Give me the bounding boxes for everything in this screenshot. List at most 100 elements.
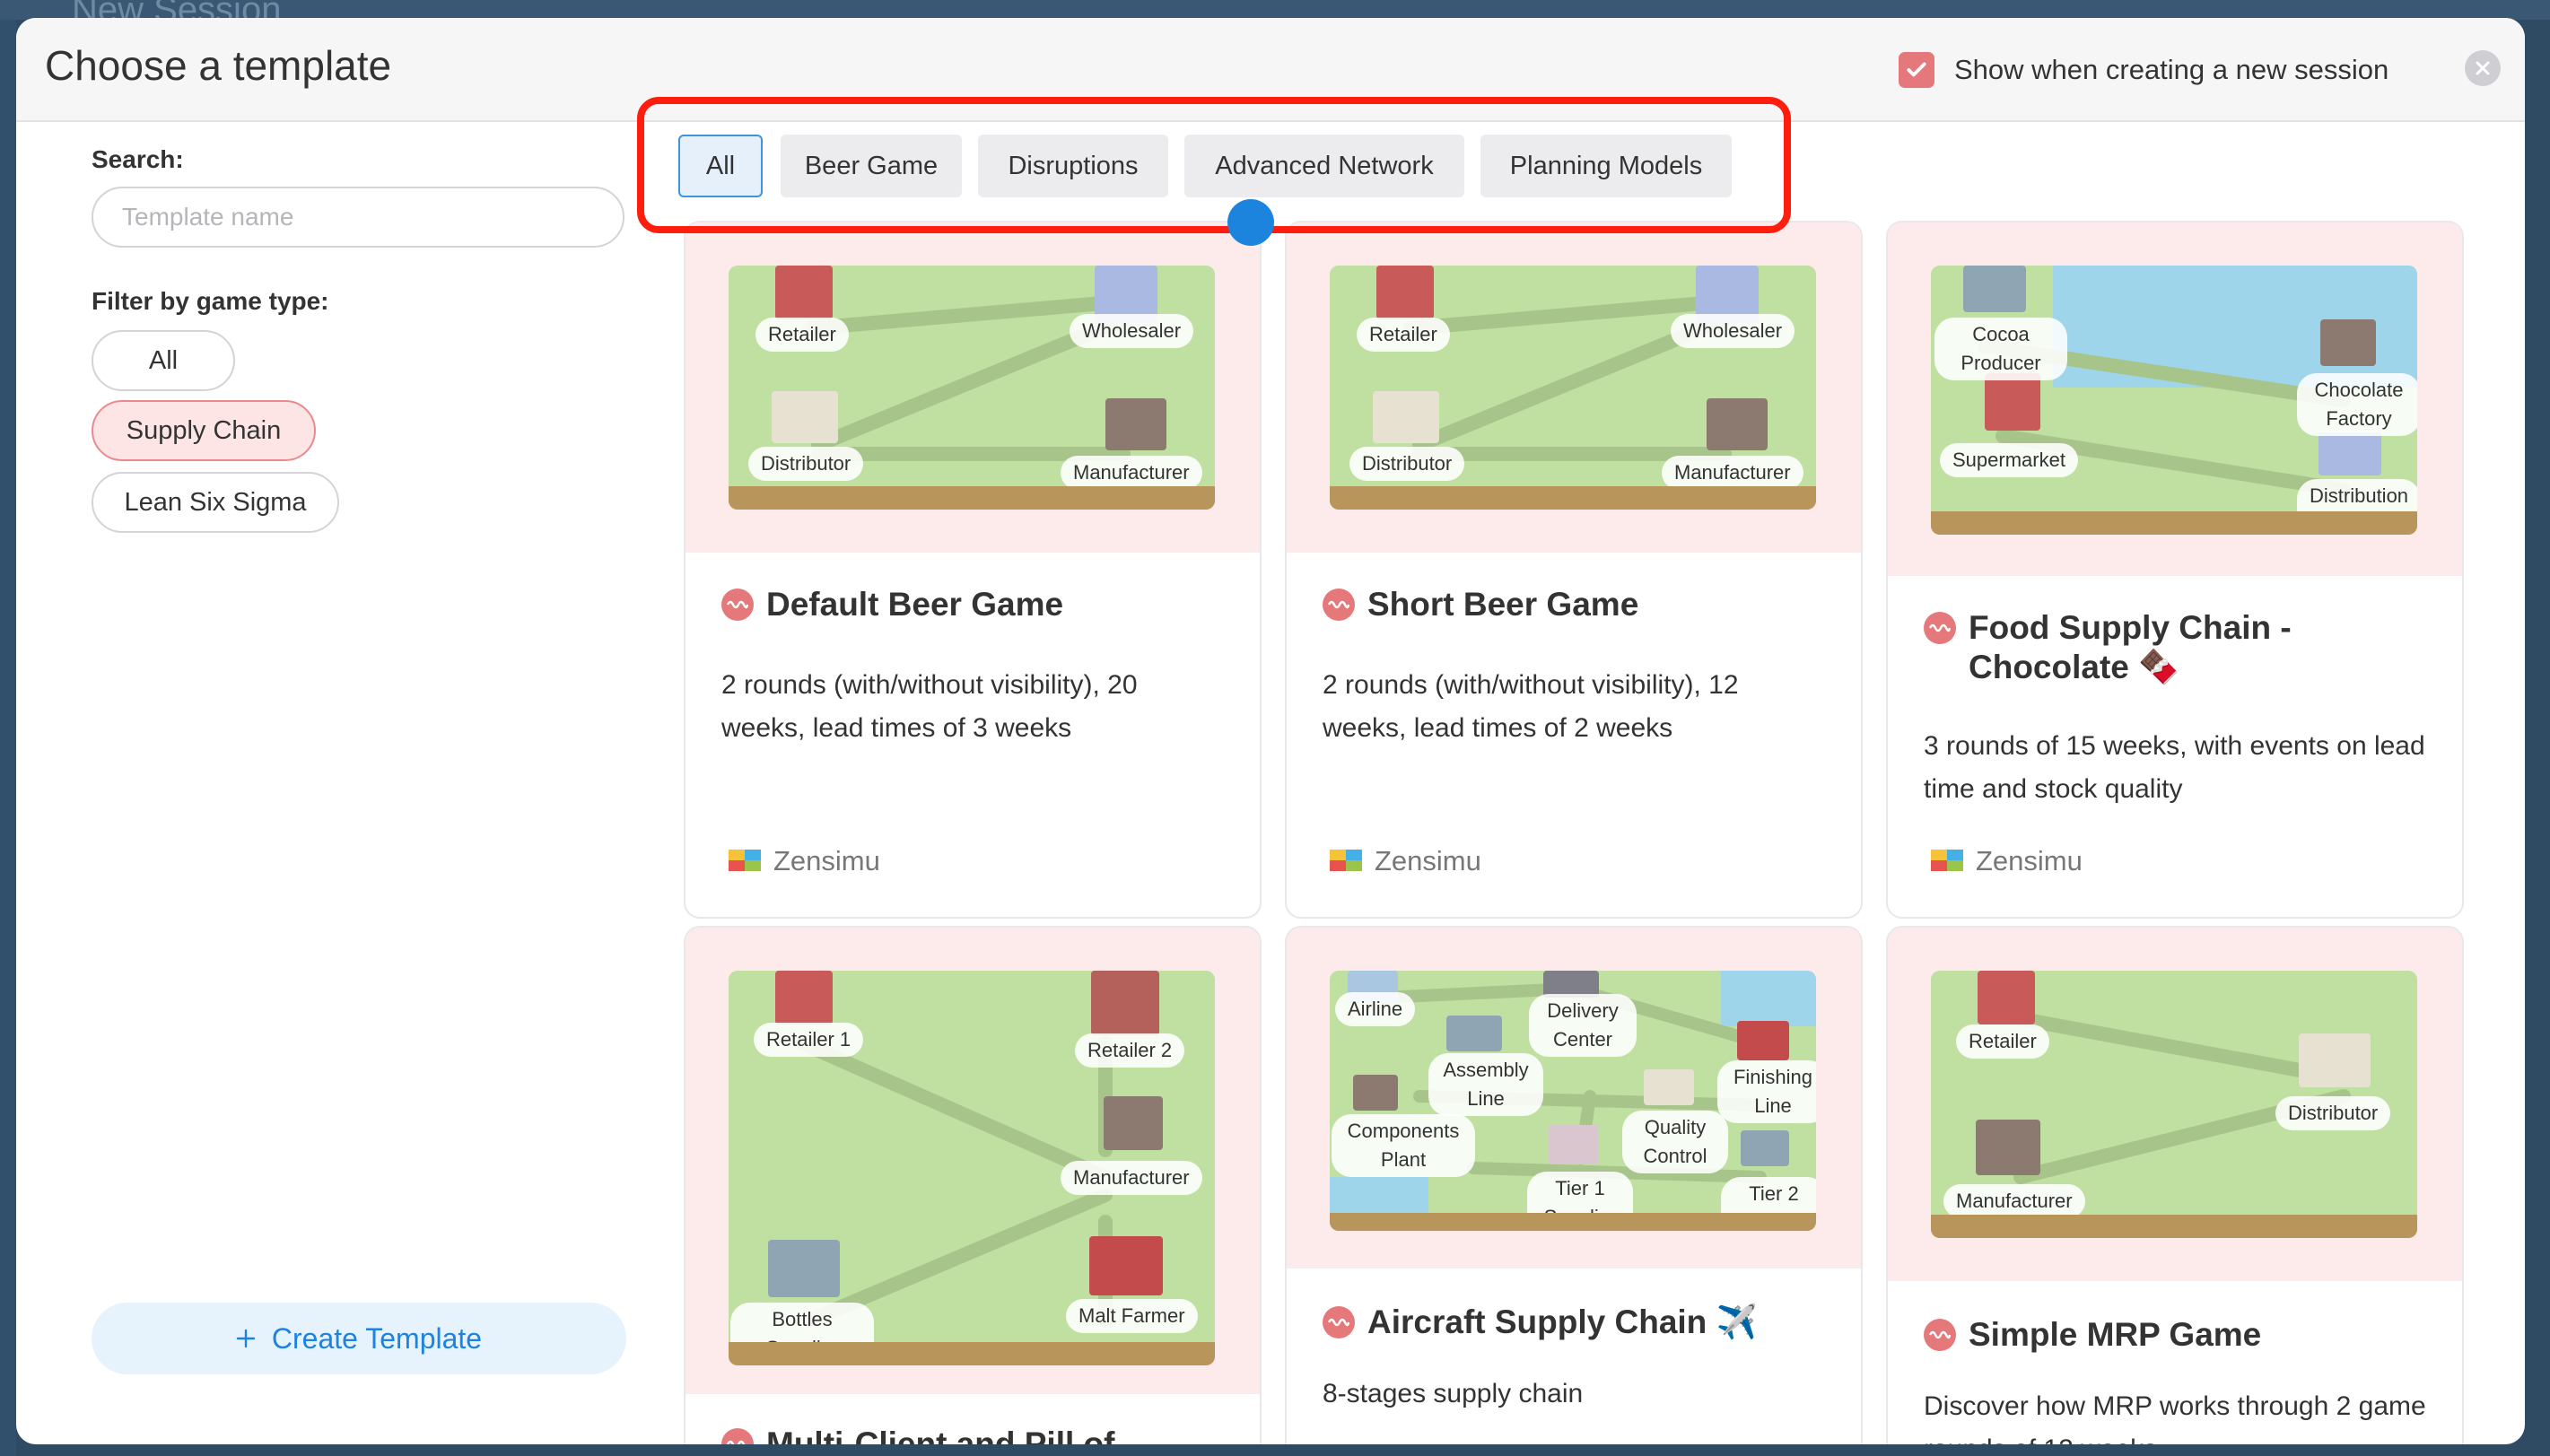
map-label: Distributor [2275,1096,2391,1130]
zensimu-logo-icon [729,850,761,871]
manufacturer-building-icon [1104,1096,1163,1150]
template-card-food-supply-chain[interactable]: Cocoa Producer Chocolate Factory Superma… [1886,221,2464,919]
card-brand: Zensimu [1328,845,1481,877]
beer-game-icon [1924,1319,1956,1351]
filter-lean-six-sigma[interactable]: Lean Six Sigma [92,472,339,533]
card-thumbnail: Retailer Wholesaler Distributor Manufact… [1287,222,1861,553]
map-ground [1330,486,1816,510]
search-input[interactable] [92,187,624,248]
template-card-aircraft-supply-chain[interactable]: Airline Delivery Center Assembly Line Fi… [1285,926,1863,1444]
template-card-short-beer-game[interactable]: Retailer Wholesaler Distributor Manufact… [1285,221,1863,919]
map-label: Wholesaler [1070,314,1194,348]
zensimu-logo-icon [1330,850,1362,871]
card-thumbnail: Airline Delivery Center Assembly Line Fi… [1287,928,1861,1269]
card-brand-name: Zensimu [773,845,880,876]
components-plant-building-icon [1353,1075,1398,1111]
beer-game-icon [1323,1306,1355,1338]
retailer-1-building-icon [775,971,833,1024]
finishing-line-building-icon [1737,1021,1789,1060]
card-brand: Zensimu [1929,845,2083,877]
card-title: Short Beer Game [1323,585,1638,624]
distributor-building-icon [772,391,838,443]
card-thumbnail: Retailer Distributor Manufacturer [1888,928,2462,1281]
card-title: Simple MRP Game [1924,1315,2261,1355]
create-template-button[interactable]: Create Template [92,1303,626,1374]
filter-supply-chain-label: Supply Chain [126,415,282,445]
map-ground [729,1342,1215,1365]
assembly-line-building-icon [1446,1016,1502,1051]
cocoa-producer-building-icon [1963,266,2026,312]
card-description: 2 rounds (with/without visibility), 12 w… [1323,670,1739,743]
card-title-text: Default Beer Game [766,586,1064,623]
map-label: Distributor [1349,447,1465,481]
card-title-group: Food Supply Chain - Chocolate 🍫 [1969,608,2363,687]
card-thumbnail: Cocoa Producer Chocolate Factory Superma… [1888,222,2462,576]
background-session-bar: New Session [0,0,2550,20]
tier-1-supplier-building-icon [1549,1125,1599,1164]
map-label: Delivery Center [1529,994,1637,1057]
filter-all[interactable]: All [92,330,235,391]
card-title: Aircraft Supply Chain ✈️ [1323,1303,1758,1342]
map-ground [1330,1213,1816,1231]
card-description: 2 rounds (with/without visibility), 20 w… [721,670,1138,743]
search-label: Search: [92,145,184,173]
card-title: Food Supply Chain - Chocolate 🍫 [1924,608,2426,687]
checkmark-icon [1907,62,1926,77]
modal-title: Choose a template [45,42,392,89]
card-map: Retailer 1 Retailer 2 Manufacturer Bottl… [729,971,1215,1365]
close-button[interactable] [2465,50,2501,86]
tier-2-supplier-building-icon [1741,1130,1789,1166]
beer-game-icon [721,589,754,621]
manufacturer-building-icon [1105,398,1166,450]
map-label: Quality Control [1622,1111,1728,1173]
map-label: Distributor [748,447,864,481]
template-card-multi-client[interactable]: Retailer 1 Retailer 2 Manufacturer Bottl… [684,926,1262,1444]
map-label: Cocoa Producer [1934,318,2067,380]
show-on-create-label[interactable]: Show when creating a new session [1954,52,2388,88]
create-template-label: Create Template [271,1321,483,1355]
template-modal: Choose a template Show when creating a n… [16,18,2525,1444]
distributor-building-icon [1373,391,1439,443]
template-card-simple-mrp-game[interactable]: Retailer Distributor Manufacturer Simple… [1886,926,2464,1444]
filter-all-label: All [148,345,179,375]
map-ground [1931,1215,2417,1238]
map-label: Manufacturer [1943,1184,2085,1218]
plus-icon [236,1329,256,1348]
tabs-highlight-box [637,97,1791,233]
card-description: 8-stages supply chain [1323,1379,1584,1408]
card-description: Discover how MRP works through 2 game ro… [1924,1391,2426,1444]
malt-farmer-building-icon [1089,1236,1163,1295]
template-card-default-beer-game[interactable]: Retailer Wholesaler Distributor Manufact… [684,221,1262,919]
map-label: Manufacturer [1061,456,1202,490]
map-label: Retailer 2 [1075,1033,1185,1068]
map-label: Components Plant [1332,1114,1475,1177]
supermarket-building-icon [1985,373,2040,431]
card-map: Retailer Wholesaler Distributor Manufact… [1330,266,1816,510]
card-thumbnail: Retailer Wholesaler Distributor Manufact… [686,222,1260,553]
filter-supply-chain[interactable]: Supply Chain [92,400,316,461]
card-title: Default Beer Game [721,585,1063,624]
distributor-building-icon [2299,1033,2371,1087]
filter-label: Filter by game type: [92,287,329,315]
card-map: Airline Delivery Center Assembly Line Fi… [1330,971,1816,1231]
distribution-center-building-icon [2319,432,2381,475]
card-map: Cocoa Producer Chocolate Factory Superma… [1931,266,2417,535]
retailer-2-building-icon [1091,971,1159,1035]
show-on-create-checkbox[interactable] [1899,52,1934,88]
map-ground [729,486,1215,510]
card-description: 3 rounds of 15 weeks, with events on lea… [1924,731,2425,804]
map-label: Retailer [755,318,849,352]
map-label: Manufacturer [1061,1161,1202,1195]
close-icon [2476,61,2490,75]
zensimu-logo-icon [1931,850,1963,871]
card-title-text: Food Supply Chain - Chocolate [1969,609,2292,685]
card-title-text: Short Beer Game [1367,586,1639,623]
manufacturer-building-icon [1976,1120,2040,1175]
card-brand-name: Zensimu [1976,845,2083,876]
card-title-text: Multi-Client and Pill of [766,1425,1115,1444]
map-label: Retailer 1 [754,1023,864,1057]
card-brand: Zensimu [727,845,880,877]
airplane-icon: ✈️ [1716,1303,1758,1340]
manufacturer-building-icon [1707,398,1768,450]
background-session-label: New Session [72,0,282,20]
